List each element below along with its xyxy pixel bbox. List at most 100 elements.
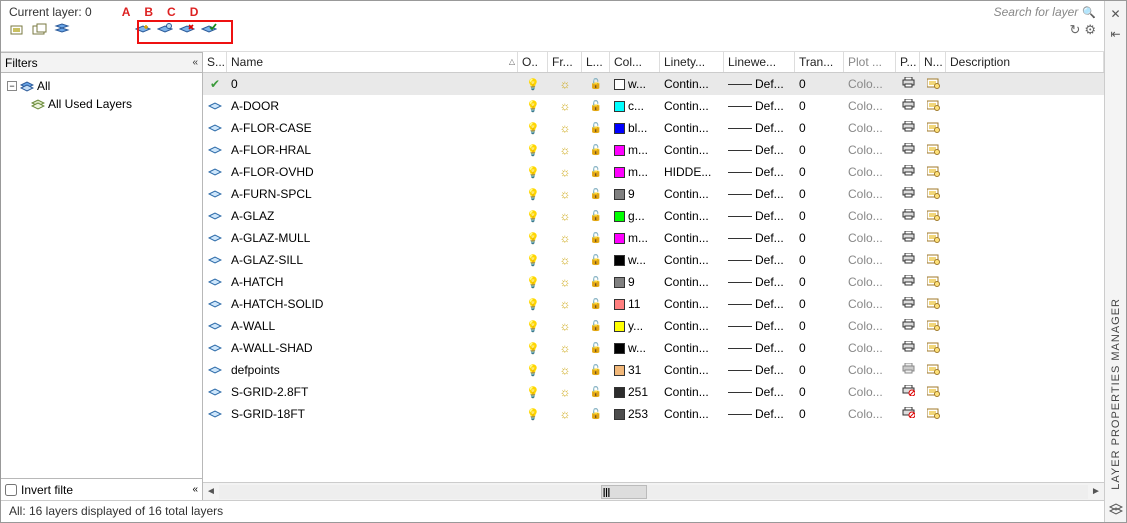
layer-row[interactable]: A-GLAZ-MULL💡☼🔓m...Contin... Def...0Colo.…	[203, 227, 1104, 249]
linetype-cell[interactable]: Contin...	[660, 139, 724, 161]
freeze-cell[interactable]: ☼	[548, 359, 582, 381]
color-cell[interactable]: bl...	[610, 117, 660, 139]
plot-cell[interactable]	[896, 249, 920, 271]
plotstyle-cell[interactable]: Colo...	[844, 95, 896, 117]
layer-states-icon[interactable]	[53, 22, 71, 38]
newvp-cell[interactable]	[920, 271, 946, 293]
plot-cell[interactable]	[896, 73, 920, 95]
lock-cell[interactable]: 🔓	[582, 183, 610, 205]
transparency-cell[interactable]: 0	[795, 249, 844, 271]
transparency-cell[interactable]: 0	[795, 95, 844, 117]
col-freeze[interactable]: Fr...	[548, 52, 582, 72]
transparency-cell[interactable]: 0	[795, 205, 844, 227]
linetype-cell[interactable]: Contin...	[660, 73, 724, 95]
col-on[interactable]: O..	[518, 52, 548, 72]
name-cell[interactable]: A-FLOR-HRAL	[227, 139, 518, 161]
new-group-filter-icon[interactable]	[31, 22, 49, 38]
linetype-cell[interactable]: Contin...	[660, 359, 724, 381]
linetype-cell[interactable]: Contin...	[660, 337, 724, 359]
transparency-cell[interactable]: 0	[795, 403, 844, 425]
newvp-cell[interactable]	[920, 139, 946, 161]
linetype-cell[interactable]: Contin...	[660, 95, 724, 117]
transparency-cell[interactable]: 0	[795, 381, 844, 403]
lineweight-cell[interactable]: Def...	[724, 227, 795, 249]
description-cell[interactable]	[946, 183, 1104, 205]
layer-row[interactable]: A-WALL-SHAD💡☼🔓w...Contin... Def...0Colo.…	[203, 337, 1104, 359]
name-cell[interactable]: A-FLOR-OVHD	[227, 161, 518, 183]
newvp-cell[interactable]	[920, 117, 946, 139]
lock-cell[interactable]: 🔓	[582, 117, 610, 139]
name-cell[interactable]: A-DOOR	[227, 95, 518, 117]
lineweight-cell[interactable]: Def...	[724, 337, 795, 359]
transparency-cell[interactable]: 0	[795, 139, 844, 161]
layer-row[interactable]: A-WALL💡☼🔓y...Contin... Def...0Colo...	[203, 315, 1104, 337]
freeze-cell[interactable]: ☼	[548, 227, 582, 249]
col-status[interactable]: S...	[203, 52, 227, 72]
plot-cell[interactable]	[896, 403, 920, 425]
freeze-cell[interactable]: ☼	[548, 403, 582, 425]
plot-cell[interactable]	[896, 139, 920, 161]
name-cell[interactable]: A-HATCH-SOLID	[227, 293, 518, 315]
freeze-cell[interactable]: ☼	[548, 139, 582, 161]
newvp-cell[interactable]	[920, 183, 946, 205]
search-layer-input[interactable]: Search for layer	[994, 5, 1096, 19]
lock-cell[interactable]: 🔓	[582, 293, 610, 315]
description-cell[interactable]	[946, 271, 1104, 293]
lock-cell[interactable]: 🔓	[582, 73, 610, 95]
color-cell[interactable]: g...	[610, 205, 660, 227]
layer-row[interactable]: A-FLOR-CASE💡☼🔓bl...Contin... Def...0Colo…	[203, 117, 1104, 139]
lock-cell[interactable]: 🔓	[582, 95, 610, 117]
layer-row[interactable]: A-GLAZ-SILL💡☼🔓w...Contin... Def...0Colo.…	[203, 249, 1104, 271]
description-cell[interactable]	[946, 381, 1104, 403]
plot-cell[interactable]	[896, 95, 920, 117]
on-cell[interactable]: 💡	[518, 381, 548, 403]
name-cell[interactable]: A-HATCH	[227, 271, 518, 293]
plot-cell[interactable]	[896, 293, 920, 315]
name-cell[interactable]: S-GRID-18FT	[227, 403, 518, 425]
lineweight-cell[interactable]: Def...	[724, 139, 795, 161]
layer-row[interactable]: A-HATCH💡☼🔓9Contin... Def...0Colo...	[203, 271, 1104, 293]
newvp-cell[interactable]	[920, 337, 946, 359]
freeze-cell[interactable]: ☼	[548, 381, 582, 403]
description-cell[interactable]	[946, 161, 1104, 183]
freeze-cell[interactable]: ☼	[548, 249, 582, 271]
lineweight-cell[interactable]: Def...	[724, 403, 795, 425]
plot-cell[interactable]	[896, 315, 920, 337]
name-cell[interactable]: A-WALL-SHAD	[227, 337, 518, 359]
new-property-filter-icon[interactable]	[9, 22, 27, 38]
col-description[interactable]: Description	[946, 52, 1104, 72]
newvp-cell[interactable]	[920, 227, 946, 249]
newvp-cell[interactable]	[920, 95, 946, 117]
plotstyle-cell[interactable]: Colo...	[844, 183, 896, 205]
freeze-cell[interactable]: ☼	[548, 161, 582, 183]
name-cell[interactable]: A-GLAZ-MULL	[227, 227, 518, 249]
horizontal-scrollbar[interactable]: ◄ Ⅲ ►	[203, 482, 1104, 500]
plotstyle-cell[interactable]: Colo...	[844, 73, 896, 95]
description-cell[interactable]	[946, 227, 1104, 249]
lineweight-cell[interactable]: Def...	[724, 359, 795, 381]
transparency-cell[interactable]: 0	[795, 359, 844, 381]
plot-cell[interactable]	[896, 227, 920, 249]
description-cell[interactable]	[946, 315, 1104, 337]
lineweight-cell[interactable]: Def...	[724, 117, 795, 139]
newvp-cell[interactable]	[920, 403, 946, 425]
color-cell[interactable]: 31	[610, 359, 660, 381]
plot-cell[interactable]	[896, 205, 920, 227]
color-cell[interactable]: m...	[610, 161, 660, 183]
plotstyle-cell[interactable]: Colo...	[844, 117, 896, 139]
transparency-cell[interactable]: 0	[795, 315, 844, 337]
plotstyle-cell[interactable]: Colo...	[844, 403, 896, 425]
transparency-cell[interactable]: 0	[795, 293, 844, 315]
color-cell[interactable]: y...	[610, 315, 660, 337]
lock-cell[interactable]: 🔓	[582, 359, 610, 381]
lineweight-cell[interactable]: Def...	[724, 205, 795, 227]
layer-row[interactable]: S-GRID-2.8FT💡☼🔓251Contin... Def...0Colo.…	[203, 381, 1104, 403]
newvp-cell[interactable]	[920, 293, 946, 315]
col-lock[interactable]: L...	[582, 52, 610, 72]
plotstyle-cell[interactable]: Colo...	[844, 359, 896, 381]
transparency-cell[interactable]: 0	[795, 73, 844, 95]
name-cell[interactable]: A-FURN-SPCL	[227, 183, 518, 205]
layer-row[interactable]: A-HATCH-SOLID💡☼🔓11Contin... Def...0Colo.…	[203, 293, 1104, 315]
linetype-cell[interactable]: Contin...	[660, 381, 724, 403]
on-cell[interactable]: 💡	[518, 337, 548, 359]
